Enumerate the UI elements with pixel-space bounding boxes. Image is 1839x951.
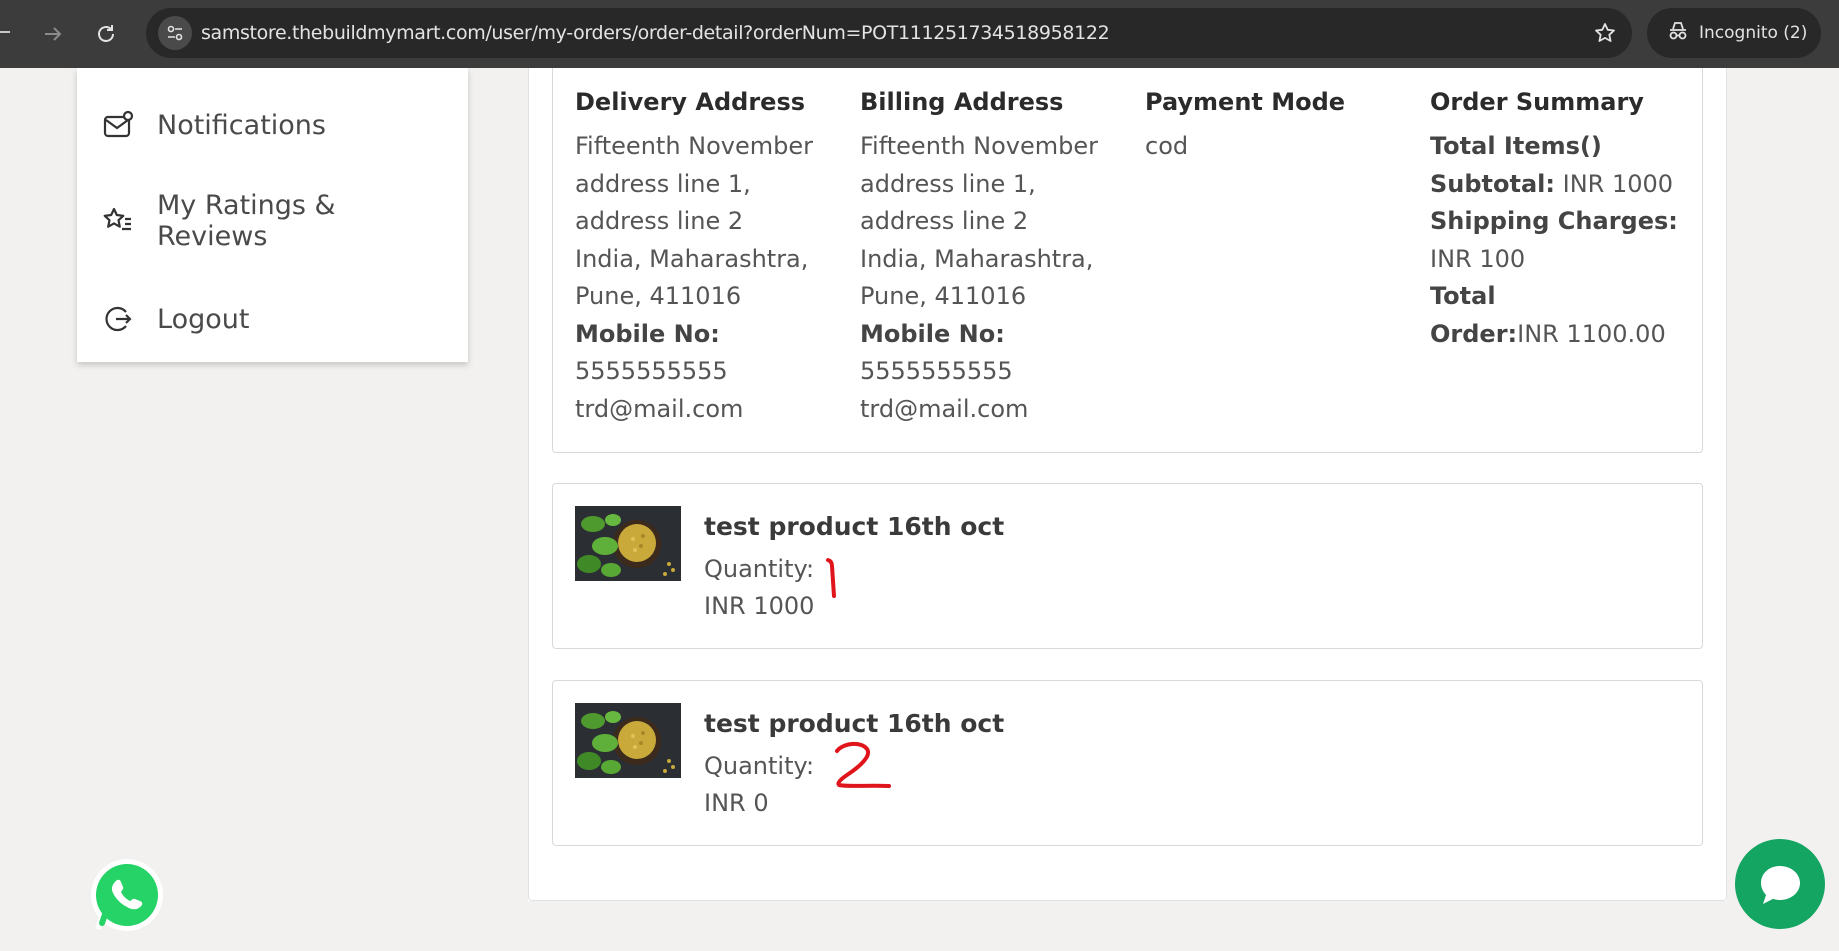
shipping-label: Shipping Charges:	[1430, 207, 1678, 235]
sidebar-item-ratings[interactable]: My Ratings & Reviews	[101, 190, 357, 252]
order-summary-heading: Order Summary	[1430, 88, 1644, 116]
product-item: test product 16th oct Quantity: INR 1000	[552, 483, 1703, 649]
address-bar[interactable]: samstore.thebuildmymart.com/user/my-orde…	[146, 8, 1632, 58]
product-thumbnail[interactable]	[575, 703, 681, 778]
bookmark-star-icon[interactable]	[1592, 20, 1618, 46]
sidebar-item-label: Logout	[157, 303, 250, 335]
billing-address-line: address line 2	[860, 207, 1029, 235]
live-chat-button[interactable]	[1735, 839, 1825, 929]
billing-mobile-label: Mobile No:	[860, 319, 1005, 348]
handwritten-annotation-1	[826, 558, 836, 598]
forward-icon[interactable]	[33, 14, 73, 54]
handwritten-annotation-2	[835, 742, 891, 788]
delivery-address-heading: Delivery Address	[575, 88, 806, 116]
reload-icon[interactable]	[86, 14, 126, 54]
site-info-icon[interactable]	[158, 16, 192, 50]
delivery-address-line: address line 2	[575, 207, 744, 235]
sidebar-item-label: Notifications	[157, 109, 326, 141]
sidebar-item-notifications[interactable]: Notifications	[101, 108, 326, 142]
mail-badge-icon	[101, 108, 135, 142]
billing-mobile: 5555555555	[860, 357, 1013, 385]
delivery-address-line: address line 1,	[575, 169, 751, 198]
product-item: test product 16th oct Quantity: INR 0	[552, 680, 1703, 846]
delivery-mobile: 5555555555	[575, 357, 728, 385]
order-summary-column: Order Summary Total Items() Subtotal: IN…	[1430, 86, 1690, 353]
total-label: Total	[1430, 282, 1496, 310]
subtotal-label: Subtotal:	[1430, 169, 1556, 198]
url-text[interactable]: samstore.thebuildmymart.com/user/my-orde…	[201, 8, 1110, 58]
delivery-address-column: Delivery Address Fifteenth November addr…	[575, 86, 835, 428]
back-arrow-fragment[interactable]	[0, 31, 10, 33]
billing-email: trd@mail.com	[860, 394, 1029, 423]
payment-mode-column: Payment Mode cod	[1145, 86, 1405, 166]
delivery-mobile-label: Mobile No:	[575, 319, 720, 348]
logout-icon	[101, 302, 135, 336]
sidebar-item-logout[interactable]: Logout	[101, 302, 249, 336]
delivery-email: trd@mail.com	[575, 394, 744, 423]
chat-bubble-icon	[1761, 866, 1800, 904]
delivery-address-line: Pune, 411016	[575, 282, 742, 310]
delivery-address-line: Fifteenth November	[575, 132, 814, 160]
browser-toolbar: samstore.thebuildmymart.com/user/my-orde…	[0, 0, 1839, 68]
product-thumbnail[interactable]	[575, 506, 681, 581]
delivery-address-line: India, Maharashtra,	[575, 244, 809, 273]
subtotal-value: INR 1000	[1555, 169, 1674, 198]
whatsapp-icon[interactable]	[86, 855, 164, 933]
incognito-label: Incognito (2)	[1699, 23, 1808, 43]
star-list-icon	[101, 204, 135, 238]
billing-address-line: India, Maharashtra,	[860, 244, 1094, 273]
total-order-label: Order:	[1430, 319, 1518, 348]
billing-address-line: address line 1,	[860, 169, 1036, 198]
payment-mode-value: cod	[1145, 132, 1189, 160]
billing-address-line: Fifteenth November	[860, 132, 1099, 160]
shipping-value: INR 100	[1430, 244, 1526, 273]
billing-address-column: Billing Address Fifteenth November addre…	[860, 86, 1120, 428]
product-quantity-label: Quantity:	[704, 752, 815, 780]
account-sidebar: Notifications My Ratings & Reviews Logou…	[77, 68, 468, 362]
incognito-button[interactable]: Incognito (2)	[1647, 8, 1821, 58]
sidebar-item-label: My Ratings & Reviews	[157, 190, 336, 252]
total-row: Order:INR 1100.00	[1430, 316, 1690, 354]
product-quantity-label: Quantity:	[704, 555, 815, 583]
product-price: INR 1000	[704, 592, 815, 620]
subtotal-row: Subtotal: INR 1000	[1430, 166, 1690, 204]
billing-address-line: Pune, 411016	[860, 282, 1027, 310]
total-items: Total Items()	[1430, 132, 1602, 160]
product-price: INR 0	[704, 789, 769, 817]
product-name[interactable]: test product 16th oct	[704, 512, 1004, 541]
payment-mode-heading: Payment Mode	[1145, 88, 1346, 116]
incognito-icon	[1667, 21, 1689, 46]
billing-address-heading: Billing Address	[860, 88, 1064, 116]
total-value: INR 1100.00	[1517, 319, 1666, 348]
product-name[interactable]: test product 16th oct	[704, 709, 1004, 738]
